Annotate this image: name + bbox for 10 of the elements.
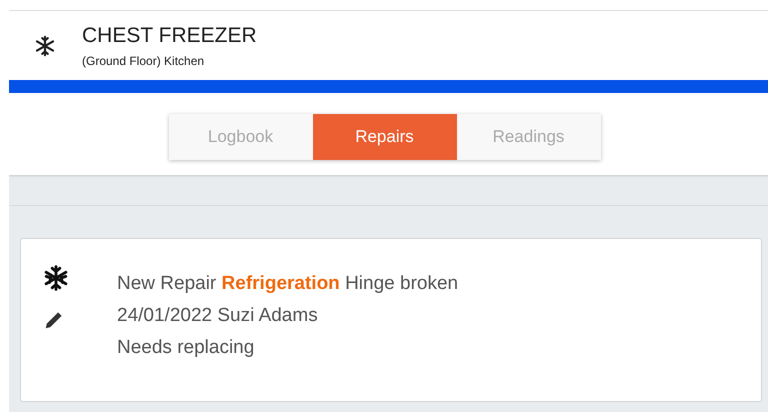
tab[interactable]: Readings xyxy=(456,114,600,160)
snowflake-icon xyxy=(43,265,69,291)
tab[interactable]: Logbook xyxy=(168,114,312,160)
repair-note: Needs replacing xyxy=(117,337,256,359)
repair-summary: New Repair Refrigeration Hinge broken xyxy=(117,273,458,295)
asset-title: CHEST FREEZER xyxy=(82,24,257,48)
repair-date-author: 24/01/2022 Suzi Adams xyxy=(117,305,319,327)
tab[interactable]: Repairs xyxy=(312,114,456,160)
asset-location: (Ground Floor) Kitchen xyxy=(82,54,206,68)
snowflake-icon xyxy=(34,34,56,56)
